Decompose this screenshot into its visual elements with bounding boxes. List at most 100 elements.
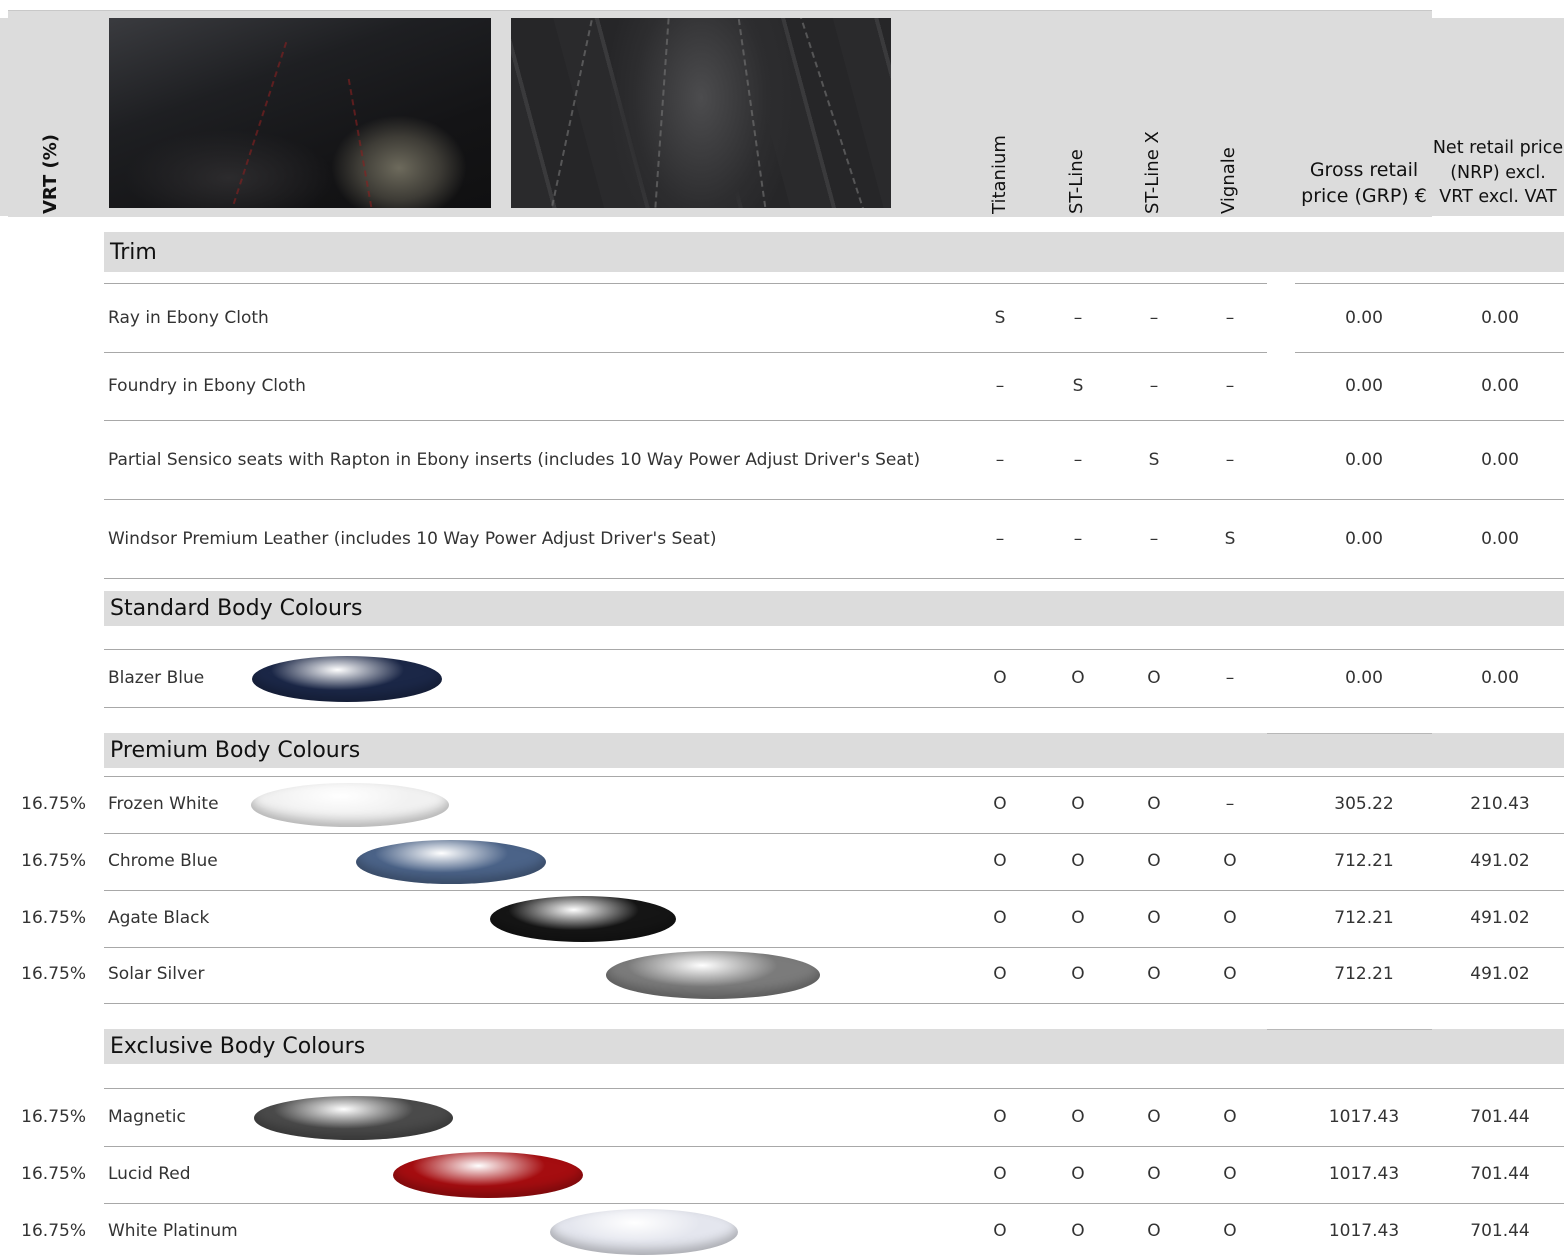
grp-value: 712.21 [1334, 964, 1394, 984]
nrp-value: 0.00 [1481, 529, 1519, 549]
nrp-value: 491.02 [1470, 964, 1530, 984]
availability-titanium: O [993, 668, 1007, 688]
colour-swatch [356, 840, 546, 884]
vrt-value: 16.75% [21, 908, 86, 928]
availability-vignale: S [1224, 529, 1236, 549]
column-header-titanium: Titanium [989, 135, 1010, 214]
availability-vignale: O [1223, 1221, 1237, 1241]
option-name: White Platinum [108, 1221, 238, 1241]
nrp-value: 210.43 [1470, 794, 1530, 814]
nrp-value: 0.00 [1481, 450, 1519, 470]
availability-stline: O [1071, 851, 1085, 871]
option-name: Windsor Premium Leather (includes 10 Way… [108, 529, 717, 549]
nrp-value: 701.44 [1470, 1164, 1530, 1184]
availability-titanium: O [993, 1164, 1007, 1184]
availability-titanium: – [995, 529, 1005, 549]
availability-stline: O [1071, 1221, 1085, 1241]
nrp-column-header: Net retail price (NRP) excl. VRT excl. V… [1432, 138, 1564, 207]
grp-value: 0.00 [1345, 668, 1383, 688]
grp-value: 1017.43 [1328, 1164, 1400, 1184]
colour-swatch [490, 896, 676, 942]
section-exclusive-colours: Exclusive Body Colours [104, 1029, 1564, 1064]
colour-swatch [254, 1096, 453, 1140]
availability-stlinex: O [1147, 964, 1161, 984]
availability-vignale: O [1223, 1107, 1237, 1127]
option-name: Lucid Red [108, 1164, 191, 1184]
divider [1267, 1029, 1432, 1030]
nrp-value: 701.44 [1470, 1221, 1530, 1241]
availability-titanium: O [993, 964, 1007, 984]
vrt-value: 16.75% [21, 1221, 86, 1241]
divider [1295, 283, 1564, 284]
nrp-value: 491.02 [1470, 851, 1530, 871]
vrt-column-header: VRT (%) [40, 133, 61, 214]
option-name: Ray in Ebony Cloth [108, 308, 269, 328]
availability-stline: – [1073, 308, 1083, 328]
availability-stlinex: – [1149, 308, 1159, 328]
option-name: Frozen White [108, 794, 219, 814]
option-name: Agate Black [108, 908, 210, 928]
availability-stlinex: S [1148, 450, 1160, 470]
nrp-value: 491.02 [1470, 908, 1530, 928]
grp-value: 0.00 [1345, 376, 1383, 396]
availability-stline: O [1071, 1164, 1085, 1184]
availability-stline: – [1073, 529, 1083, 549]
availability-stlinex: O [1147, 1221, 1161, 1241]
option-name: Foundry in Ebony Cloth [108, 376, 306, 396]
grp-value: 712.21 [1334, 851, 1394, 871]
header-band-left [0, 18, 8, 216]
column-header-vignale: Vignale [1218, 147, 1239, 214]
seat-detail-photo [511, 18, 891, 208]
availability-stline: S [1072, 376, 1084, 396]
availability-stlinex: – [1149, 529, 1159, 549]
divider [104, 1088, 1564, 1089]
divider [104, 1003, 1564, 1004]
availability-vignale: – [1225, 668, 1235, 688]
availability-vignale: O [1223, 964, 1237, 984]
availability-stlinex: O [1147, 668, 1161, 688]
availability-titanium: O [993, 794, 1007, 814]
column-header-st-line-x: ST-Line X [1142, 131, 1163, 214]
divider [104, 420, 1564, 421]
colour-swatch [252, 656, 442, 702]
colour-swatch [393, 1152, 583, 1198]
availability-vignale: – [1225, 450, 1235, 470]
colour-swatch [251, 783, 449, 827]
grp-column-header: Gross retail price (GRP) € [1301, 159, 1427, 207]
divider [104, 578, 1564, 579]
divider [104, 499, 1564, 500]
availability-stlinex: O [1147, 851, 1161, 871]
availability-stline: O [1071, 964, 1085, 984]
nrp-value: 0.00 [1481, 668, 1519, 688]
option-name: Solar Silver [108, 964, 205, 984]
grp-value: 712.21 [1334, 908, 1394, 928]
divider [104, 776, 1564, 777]
divider [1295, 352, 1564, 353]
grp-value: 1017.43 [1328, 1221, 1400, 1241]
availability-vignale: O [1223, 908, 1237, 928]
grp-value: 0.00 [1345, 308, 1383, 328]
availability-titanium: – [995, 450, 1005, 470]
divider [104, 890, 1564, 891]
vrt-value: 16.75% [21, 1107, 86, 1127]
availability-stline: O [1071, 908, 1085, 928]
vrt-value: 16.75% [21, 851, 86, 871]
availability-titanium: O [993, 908, 1007, 928]
divider [104, 947, 1564, 948]
option-name: Chrome Blue [108, 851, 218, 871]
grp-value: 0.00 [1345, 450, 1383, 470]
availability-vignale: – [1225, 794, 1235, 814]
availability-stline: O [1071, 1107, 1085, 1127]
grp-value: 1017.43 [1328, 1107, 1400, 1127]
interior-photo [109, 18, 491, 208]
availability-titanium: O [993, 851, 1007, 871]
availability-stline: – [1073, 450, 1083, 470]
colour-swatch [606, 951, 820, 999]
availability-titanium: O [993, 1107, 1007, 1127]
availability-stline: O [1071, 668, 1085, 688]
nrp-value: 701.44 [1470, 1107, 1530, 1127]
vrt-value: 16.75% [21, 1164, 86, 1184]
availability-titanium: O [993, 1221, 1007, 1241]
availability-vignale: O [1223, 851, 1237, 871]
vrt-value: 16.75% [21, 794, 86, 814]
